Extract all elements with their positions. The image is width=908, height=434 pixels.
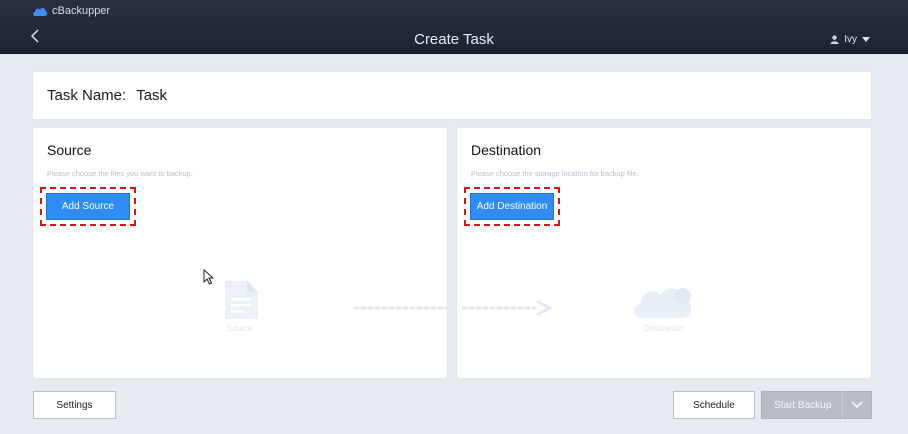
add-destination-button[interactable]: Add Destination (470, 193, 554, 220)
app-header: cBackupper Create Task Ivy (0, 0, 908, 54)
mouse-cursor-icon (203, 269, 215, 285)
start-options-dropdown[interactable] (843, 391, 871, 419)
flow-dots-left (353, 306, 449, 310)
brand-name: cBackupper (52, 5, 111, 17)
page-title: Create Task (414, 31, 494, 48)
task-name-label: Task Name: (47, 87, 127, 104)
add-source-button[interactable]: Add Source (46, 193, 130, 220)
source-ghost-label: Source (227, 324, 253, 333)
cloud-logo-icon (33, 7, 48, 16)
user-menu[interactable]: Ivy (830, 34, 870, 45)
destination-ghost-label: Destination (644, 324, 685, 333)
cloud-icon (634, 288, 692, 318)
source-hint: Please choose the files you want to back… (47, 169, 193, 178)
add-source-highlight: Add Source (40, 187, 136, 226)
add-destination-highlight: Add Destination (464, 187, 560, 226)
document-icon (225, 281, 258, 319)
brand: cBackupper (32, 5, 110, 17)
user-name: Ivy (844, 34, 857, 45)
user-icon (830, 35, 839, 44)
source-heading: Source (47, 142, 92, 158)
caret-down-icon (862, 37, 870, 42)
destination-panel: Destination Please choose the storage lo… (456, 127, 872, 379)
destination-heading: Destination (471, 142, 542, 158)
task-name-input[interactable]: Task (136, 87, 167, 104)
schedule-button[interactable]: Schedule (673, 391, 755, 419)
source-panel: Source Please choose the files you want … (32, 127, 449, 379)
destination-hint: Please choose the storage location for b… (471, 169, 639, 178)
flow-arrow-icon (461, 299, 552, 317)
start-backup-split-button[interactable]: Start Backup (761, 391, 872, 419)
start-backup-button[interactable]: Start Backup (762, 400, 842, 411)
settings-button[interactable]: Settings (33, 391, 116, 419)
chevron-down-icon (851, 401, 863, 409)
task-name-row: Task Name: Task (32, 71, 872, 120)
